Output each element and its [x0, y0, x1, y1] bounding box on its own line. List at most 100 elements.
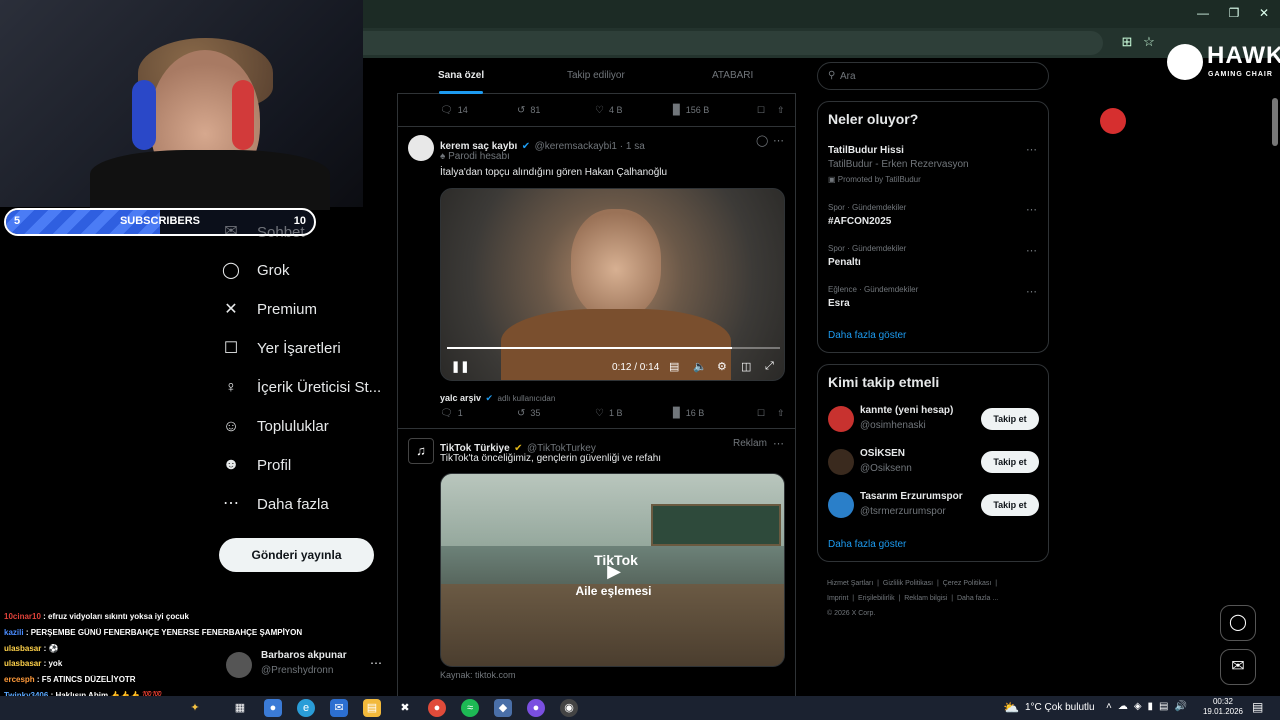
search-box[interactable]: ⚲ Ara [817, 62, 1049, 90]
nav-label: Daha fazla [257, 495, 329, 513]
fullscreen-icon[interactable]: ⤢ [765, 360, 774, 373]
volume-icon[interactable]: 🔈 [693, 360, 707, 373]
footer-link[interactable]: Gizlilik Politikası [883, 580, 933, 587]
show-more-link[interactable]: Daha fazla göster [828, 539, 906, 550]
nav-item-2[interactable]: ◯ Grok [220, 256, 390, 286]
views-button[interactable]: ▉ 16 B [673, 408, 757, 419]
app-icon[interactable]: ◆ [494, 699, 512, 717]
star-icon[interactable]: ☆ [1140, 34, 1158, 50]
footer-link[interactable]: Imprint [827, 595, 848, 602]
trend-title[interactable]: Penaltı [828, 257, 861, 268]
pip-icon[interactable]: ◫ [741, 360, 751, 373]
tab-following[interactable]: Takip ediliyor [567, 70, 625, 81]
nav-item-5[interactable]: ♀ İçerik Üreticisi St... [220, 373, 390, 403]
bookmark-icon[interactable]: ☐ [757, 105, 777, 116]
follow-button[interactable]: Takip et [981, 408, 1039, 430]
follow-name[interactable]: Tasarım Erzurumspor [860, 491, 963, 502]
install-icon[interactable]: ⊞ [1118, 34, 1136, 50]
spotify-icon[interactable]: ≈ [461, 699, 479, 717]
repost-button[interactable]: ↺ 81 [517, 105, 595, 116]
pause-icon[interactable]: ❚❚ [451, 360, 469, 373]
trend-title[interactable]: TatilBudur Hissi [828, 145, 904, 156]
like-button[interactable]: ♡ 1 B [595, 408, 673, 419]
footer-link[interactable]: Reklam bilgisi [904, 595, 947, 602]
ad-source[interactable]: Kaynak: tiktok.com [440, 670, 516, 680]
video-player[interactable]: ❚❚ 0:12 / 0:14 ▤ 🔈 ⚙ ◫ ⤢ [440, 188, 785, 381]
follow-button[interactable]: Takip et [981, 494, 1039, 516]
task-view-icon[interactable]: ▦ [231, 699, 249, 717]
nav-item-3[interactable]: ✕ Premium [220, 295, 390, 325]
avatar[interactable] [828, 492, 854, 518]
widgets-icon[interactable]: ✦ [186, 699, 204, 717]
tab-atabari[interactable]: ATABARI [712, 70, 753, 81]
ad-video[interactable]: TikTok ▶ Aile eşlemesi [440, 473, 785, 667]
nav-item-6[interactable]: ☺ Topluluklar [220, 412, 390, 442]
share-icon[interactable]: ⇧ [777, 105, 785, 116]
source-user[interactable]: yalc arşiv [440, 393, 481, 403]
views-button[interactable]: ▉ 156 B [673, 105, 757, 116]
edge-icon[interactable]: e [297, 699, 315, 717]
footer-link[interactable]: Çerez Politikası [943, 580, 992, 587]
chat-text: : efruz vidyoları sıkıntı yoksa iyi çocu… [43, 612, 189, 621]
follow-name[interactable]: OSİKSEN [860, 448, 905, 459]
avatar[interactable] [828, 449, 854, 475]
grok-fab-icon[interactable]: ◯ [1220, 605, 1256, 641]
clock-date[interactable]: 19.01.2026 [1198, 707, 1248, 716]
nav-item-4[interactable]: ☐ Yer İşaretleri [220, 334, 390, 364]
reply-button[interactable]: 🗨 1 [440, 408, 517, 419]
footer-link[interactable]: Hizmet Şartları [827, 580, 873, 587]
weather-icon[interactable]: ⛅ [1003, 700, 1019, 716]
show-more-link[interactable]: Daha fazla göster [828, 330, 906, 341]
more-icon[interactable]: ⋯ [370, 656, 382, 670]
avatar[interactable] [828, 406, 854, 432]
nav-item-1[interactable]: ✉ Sohbet [220, 217, 390, 247]
messages-fab-icon[interactable]: ✉ [1220, 649, 1256, 685]
clock-time[interactable]: 00:32 [1205, 697, 1241, 706]
avatar[interactable] [408, 135, 434, 161]
bookmark-icon[interactable]: ☐ [757, 408, 777, 419]
footer-link[interactable]: Daha fazla ... [957, 595, 998, 602]
follow-name[interactable]: kannte (yeni hesap) [860, 405, 953, 416]
more-icon[interactable]: ⋯ [1026, 203, 1037, 216]
share-icon[interactable]: ⇧ [777, 408, 785, 419]
maximize-icon[interactable]: ❐ [1224, 6, 1244, 20]
nav-item-8[interactable]: ⋯ Daha fazla [220, 489, 390, 519]
weather-text[interactable]: 1°C Çok bulutlu [1025, 702, 1095, 713]
trend-title[interactable]: Esra [828, 298, 850, 309]
video-progress-track[interactable] [447, 347, 780, 349]
discord-icon[interactable]: ● [527, 699, 545, 717]
notifications-icon[interactable]: ▤ [1252, 700, 1263, 714]
more-icon[interactable]: ⋯ [1026, 244, 1037, 257]
streamer-hoodie [90, 150, 330, 210]
nav-item-7[interactable]: ☻ Profil [220, 450, 390, 480]
more-icon[interactable]: ⋯ [1026, 285, 1037, 298]
system-tray-icons[interactable]: ˄☁◈▮▤🔊 [1106, 701, 1193, 712]
trend-title[interactable]: #AFCON2025 [828, 216, 891, 227]
settings-icon[interactable]: ⚙ [717, 360, 727, 373]
xbox-icon[interactable]: ✖ [396, 699, 414, 717]
grok-icon[interactable]: ◯ [756, 134, 768, 147]
minimize-icon[interactable]: — [1193, 6, 1213, 20]
post-button[interactable]: Gönderi yayınla [219, 538, 374, 572]
follow-button[interactable]: Takip et [981, 451, 1039, 473]
play-icon[interactable]: ▶ [602, 561, 626, 585]
more-icon[interactable]: ⋯ [773, 437, 784, 450]
chrome-icon[interactable]: ● [428, 699, 446, 717]
close-icon[interactable]: ✕ [1254, 6, 1274, 20]
obs-icon[interactable]: ◉ [560, 699, 578, 717]
folder-icon[interactable]: ▤ [363, 699, 381, 717]
address-bar[interactable] [363, 31, 1103, 55]
captions-icon[interactable]: ▤ [669, 360, 679, 373]
page-scrollbar[interactable] [1272, 98, 1278, 146]
promoted-label: ▣ Promoted by TatilBudur [828, 175, 921, 184]
outlook-icon[interactable]: ✉ [330, 699, 348, 717]
footer-link[interactable]: Erişilebilirlik [858, 595, 895, 602]
repost-button[interactable]: ↺ 35 [517, 408, 595, 419]
copilot-icon[interactable]: ● [264, 699, 282, 717]
like-button[interactable]: ♡ 4 B [595, 105, 673, 116]
tab-for-you[interactable]: Sana özel [438, 70, 484, 81]
more-icon[interactable]: ⋯ [1026, 143, 1037, 156]
tiktok-logo-icon[interactable]: ♫ [408, 438, 434, 464]
reply-button[interactable]: 🗨 14 [440, 105, 517, 116]
more-icon[interactable]: ⋯ [773, 134, 784, 147]
